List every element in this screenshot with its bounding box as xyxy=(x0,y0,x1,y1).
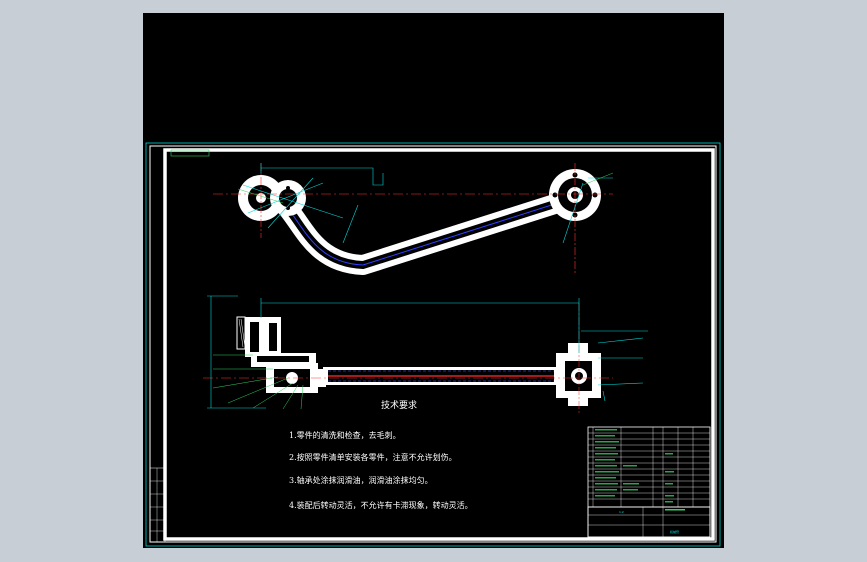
tech-requirement-3: 3.轴承处涂抹润滑油，润滑油涂抹均匀。 xyxy=(289,475,433,485)
front-view-assembly xyxy=(236,316,601,406)
top-view-arm xyxy=(266,185,587,275)
title-block: 1:2 机械臂 xyxy=(587,506,711,538)
parts-list-table xyxy=(587,426,711,538)
sheet-border-outer xyxy=(149,145,717,543)
left-hub-top xyxy=(238,175,306,221)
title-block-scale: 1:2 xyxy=(619,510,624,514)
tech-requirement-2: 2.按照零件清单安装各零件，注意不允许划伤。 xyxy=(289,452,457,462)
tech-requirement-4: 4.装配后转动灵活，不允许有卡滞现象，转动灵活。 xyxy=(289,500,473,510)
drawing-sheet: 1:2 机械臂 技术要求 1.零件的清洗和检查，去毛刺。 2.按照零件清单安装各… xyxy=(145,142,721,547)
title-block-part-name: 机械臂 xyxy=(670,529,679,534)
outer-border xyxy=(145,142,721,547)
tech-requirements-heading: 技术要求 xyxy=(381,399,417,411)
left-margin-table xyxy=(149,467,166,543)
cad-viewport[interactable]: 1:2 机械臂 技术要求 1.零件的清洗和检查，去毛刺。 2.按照零件清单安装各… xyxy=(143,13,724,548)
tech-requirement-1: 1.零件的清洗和检查，去毛刺。 xyxy=(289,430,401,440)
